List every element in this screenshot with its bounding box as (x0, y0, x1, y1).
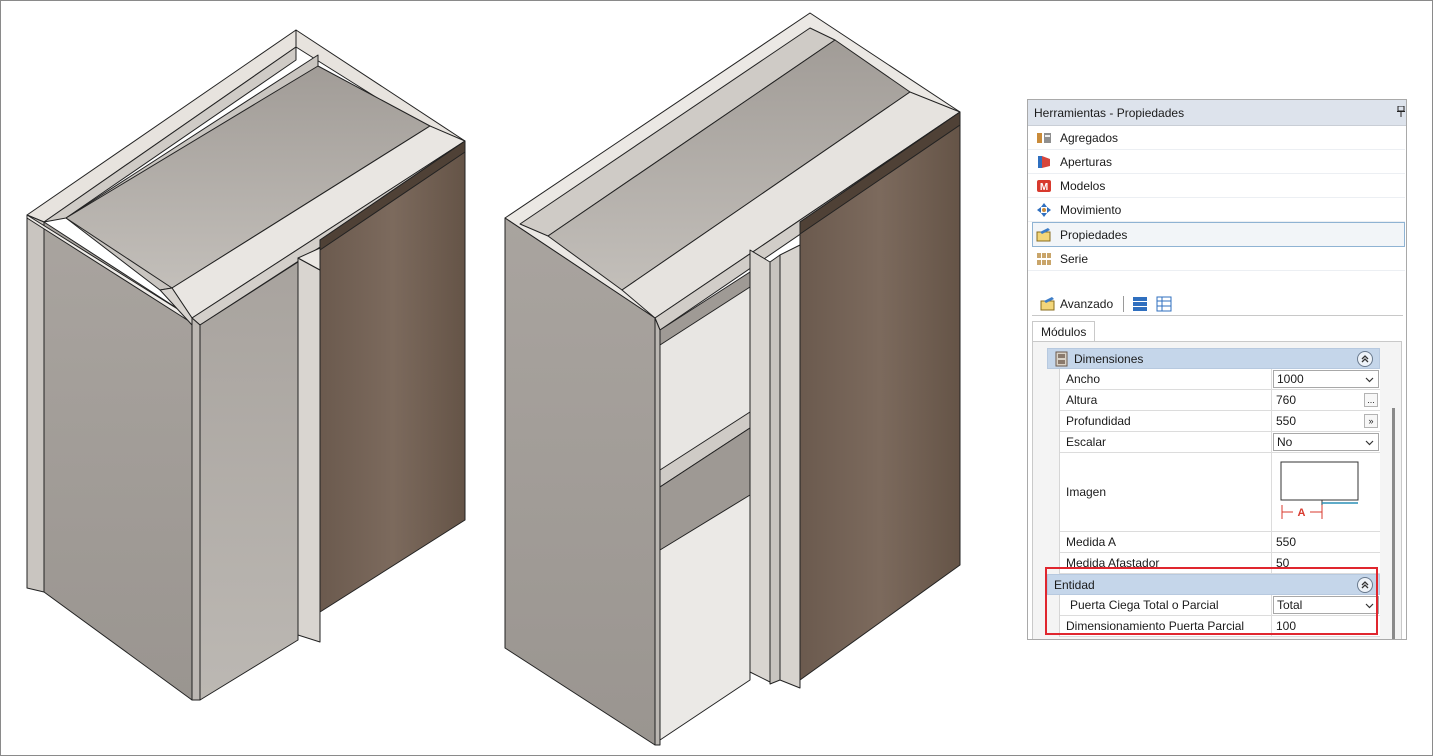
measure-diagram-image: A (1280, 461, 1359, 519)
escalar-select[interactable]: No (1273, 433, 1379, 451)
dimensionamiento-label: Dimensionamiento Puerta Parcial (1060, 616, 1272, 636)
measure-letter: A (1298, 507, 1306, 519)
propiedades-icon (1036, 227, 1052, 243)
nav-item-serie[interactable]: Serie (1028, 247, 1405, 271)
profundidad-label: Profundidad (1060, 411, 1272, 431)
collapse-entidad-icon[interactable] (1357, 577, 1373, 593)
cabinet-render-svg (26, 12, 961, 746)
dimensiones-icon (1055, 351, 1068, 366)
escalar-label: Escalar (1060, 432, 1272, 452)
nav-label: Movimiento (1060, 202, 1122, 217)
row-altura: Altura 760... (1060, 390, 1380, 411)
dimensionamiento-value[interactable]: 100 (1272, 619, 1296, 633)
serie-icon (1036, 251, 1052, 267)
ancho-label: Ancho (1060, 369, 1272, 389)
vertical-scrollbar[interactable] (1392, 408, 1395, 639)
escalar-value: No (1277, 435, 1293, 449)
altura-ellipsis-button[interactable]: ... (1364, 393, 1378, 407)
row-ancho: Ancho 1000 (1060, 369, 1380, 390)
row-escalar: Escalar No (1060, 432, 1380, 453)
row-medida-afastador: Medida Afastador 50 (1060, 553, 1380, 574)
agregados-icon (1036, 130, 1052, 146)
table-view-icon[interactable] (1156, 296, 1172, 312)
group-dimensiones-label: Dimensiones (1074, 351, 1144, 366)
puerta-ciega-value: Total (1277, 598, 1303, 612)
panel-title: Herramientas - Propiedades (1034, 105, 1185, 120)
avanzado-label: Avanzado (1060, 297, 1114, 311)
puerta-ciega-select[interactable]: Total (1273, 596, 1379, 614)
nav-label: Modelos (1060, 178, 1106, 193)
movimiento-icon (1036, 202, 1052, 218)
medida-a-label: Medida A (1060, 532, 1272, 552)
medida-a-value[interactable]: 550 (1272, 535, 1296, 549)
entidad-rows: Puerta Ciega Total o Parcial Total Dimen… (1059, 595, 1380, 637)
nav-item-agregados[interactable]: Agregados (1028, 126, 1405, 150)
cabinet-renders (0, 0, 1010, 756)
ancho-select[interactable]: 1000 (1273, 370, 1379, 388)
row-dimensionamiento: Dimensionamiento Puerta Parcial 100 (1060, 616, 1380, 637)
dimensiones-rows: Ancho 1000 Altura 760... Profundidad 550… (1059, 369, 1380, 574)
row-profundidad: Profundidad 550 » (1060, 411, 1380, 432)
panel-title-bar: Herramientas - Propiedades (1028, 100, 1406, 126)
tab-modulos[interactable]: Módulos (1032, 321, 1096, 341)
avanzado-button[interactable]: Avanzado (1032, 294, 1119, 314)
nav-label: Serie (1060, 251, 1089, 266)
row-imagen: Imagen A (1060, 453, 1380, 532)
chevron-down-icon (1365, 603, 1374, 609)
nav-item-aperturas[interactable]: Aperturas (1028, 150, 1405, 174)
svg-text:M: M (1040, 182, 1048, 193)
toolbar-separator (1123, 296, 1125, 312)
puerta-ciega-label: Puerta Ciega Total o Parcial (1060, 595, 1272, 615)
medida-afastador-label: Medida Afastador (1060, 553, 1272, 573)
pin-icon[interactable] (1397, 106, 1405, 117)
nav-item-modelos[interactable]: M Modelos (1028, 174, 1405, 198)
cabinet-2 (504, 12, 961, 746)
group-entidad[interactable]: Entidad (1047, 574, 1380, 595)
nav-label: Aperturas (1060, 154, 1113, 169)
cabinet-1 (26, 29, 466, 701)
group-dimensiones[interactable]: Dimensiones (1047, 348, 1380, 369)
tab-strip: Módulos (1032, 321, 1096, 341)
collapse-dimensiones-icon[interactable] (1357, 351, 1373, 367)
nav-label: Propiedades (1060, 227, 1128, 242)
chevron-down-icon (1365, 440, 1374, 446)
profundidad-expand-button[interactable]: » (1364, 414, 1378, 428)
chevron-down-icon (1365, 377, 1374, 383)
altura-value[interactable]: 760 (1272, 393, 1296, 407)
row-puerta-ciega: Puerta Ciega Total o Parcial Total (1060, 595, 1380, 616)
aperturas-icon (1036, 154, 1052, 170)
ancho-value: 1000 (1277, 372, 1304, 386)
imagen-label: Imagen (1060, 453, 1272, 531)
medida-afastador-value[interactable]: 50 (1272, 556, 1289, 570)
nav-item-propiedades[interactable]: Propiedades (1032, 222, 1405, 247)
group-entidad-label: Entidad (1054, 577, 1095, 592)
properties-toolbar: Avanzado (1032, 293, 1403, 316)
properties-sub-area: Avanzado Módulos Dimensiones Ancho 1000 … (1028, 291, 1406, 639)
tools-properties-panel: Herramientas - Propiedades Agregados Ape… (1027, 99, 1407, 640)
property-grid-container: Dimensiones Ancho 1000 Altura 760... Pro… (1032, 341, 1402, 639)
altura-label: Altura (1060, 390, 1272, 410)
modelos-icon: M (1036, 178, 1052, 194)
nav-item-movimiento[interactable]: Movimiento (1028, 198, 1405, 222)
profundidad-value[interactable]: 550 (1272, 414, 1296, 428)
categorized-view-icon[interactable] (1132, 296, 1148, 312)
avanzado-icon (1040, 297, 1055, 311)
row-medida-a: Medida A 550 (1060, 532, 1380, 553)
property-grid: Dimensiones Ancho 1000 Altura 760... Pro… (1047, 348, 1380, 637)
nav-label: Agregados (1060, 130, 1119, 145)
